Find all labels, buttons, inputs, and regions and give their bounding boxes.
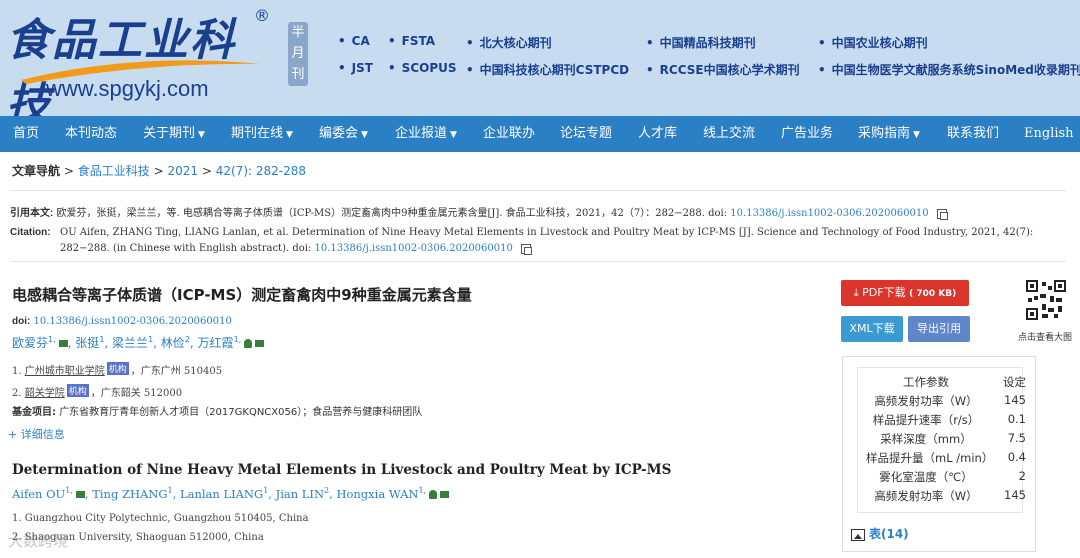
pdf-icon: ⤓ xyxy=(853,286,859,299)
db-fsta[interactable]: • FSTA xyxy=(388,34,435,48)
author-link[interactable]: Lanlan LIANG xyxy=(180,487,263,501)
author-link[interactable]: 林俭 xyxy=(161,336,185,350)
author-list-cn: 欧爱芬1,, 张挺1, 梁兰兰1, 林俭2, 万红霞1, xyxy=(12,334,265,351)
affiliation-org-link[interactable]: 广州城市职业学院 xyxy=(25,366,105,377)
breadcrumb: 文章导航 > 食品工业科技 > 2021 > 42(7): 282-288 xyxy=(12,164,306,178)
nav-contact[interactable]: 联系我们 xyxy=(947,116,999,152)
nav-editorial-board[interactable]: 编委会 ▼ xyxy=(319,116,368,152)
breadcrumb-label: 文章导航 xyxy=(12,164,61,178)
citation-en: Citation: OU Aifen, ZHANG Ting, LIANG La… xyxy=(10,227,1034,255)
nav-forum[interactable]: 论坛专题 xyxy=(560,116,612,152)
logo-url: www.spgykj.com xyxy=(46,76,209,101)
nav-news[interactable]: 本刊动态 xyxy=(65,116,117,152)
nav-english[interactable]: English xyxy=(1024,116,1074,152)
table-row: 采样深度（mm） 7.5 xyxy=(880,431,1026,446)
nav-enterprise-report[interactable]: 企业报道 ▼ xyxy=(395,116,457,152)
affiliation-en-1: 1. Guangzhou City Polytechnic, Guangzhou… xyxy=(12,513,309,524)
mail-icon[interactable] xyxy=(58,340,68,347)
xml-download-button[interactable]: XML下载 xyxy=(841,316,903,342)
nav-enterprise-joint[interactable]: 企业联办 xyxy=(483,116,535,152)
citation-cn-doi-link[interactable]: 10.13386/j.issn1002-0306.2020060010 xyxy=(730,208,928,219)
table-header-row: 工作参数 设定 xyxy=(903,375,1026,389)
tables-panel: 工作参数 设定 高频发射功率（W） 145 样品提升速率（r/s） 0.1 采样深度（… xyxy=(842,356,1036,552)
copy-icon[interactable] xyxy=(521,243,533,255)
citation-box: 引用本文: 欧爱芬，张挺，梁兰兰，等. 电感耦合等离子体质谱（ICP-MS）测定… xyxy=(10,190,1066,262)
mail-icon[interactable] xyxy=(255,340,265,347)
affiliation-org-link[interactable]: 韶关学院 xyxy=(25,388,65,399)
org-tag[interactable]: 机构 xyxy=(106,362,129,375)
main-nav: 首页 本刊动态 关于期刊 ▼ 期刊在线 ▼ 编委会 ▼ 企业报道 ▼ 企业联办 论坛专题… xyxy=(0,116,1080,152)
breadcrumb-journal[interactable]: 食品工业科技 xyxy=(78,164,150,178)
author-link[interactable]: 万红霞 xyxy=(198,336,234,350)
pdf-download-button[interactable]: ⤓ PDF下载 ( 700 KB) xyxy=(841,280,969,306)
person-icon[interactable] xyxy=(244,339,253,348)
db-pku-core[interactable]: • 北大核心期刊 xyxy=(466,34,552,51)
citation-cn: 引用本文: 欧爱芬，张挺，梁兰兰，等. 电感耦合等离子体质谱（ICP-MS）测定… xyxy=(10,204,948,220)
breadcrumb-issue[interactable]: 42(7): 282-288 xyxy=(216,164,306,178)
author-link[interactable]: Hongxia WAN xyxy=(336,487,418,501)
article-title-en: Determination of Nine Heavy Metal Elemen… xyxy=(12,462,672,478)
author-link[interactable]: 欧爱芬 xyxy=(12,336,48,350)
nav-about[interactable]: 关于期刊 ▼ xyxy=(143,116,205,152)
affiliation-2: 2. 韶关学院 机构 ，广东韶关 512000 xyxy=(12,384,182,399)
table-row: 高频发射功率（W） 145 xyxy=(874,488,1026,503)
author-link[interactable]: 张挺 xyxy=(75,336,99,350)
table-row: 雾化室温度（℃） 2 xyxy=(879,469,1026,484)
journal-logo[interactable]: 食品工业科技 ® www.spgykj.com xyxy=(6,4,276,130)
article-title-cn: 电感耦合等离子体质谱（ICP-MS）测定畜禽肉中9种重金属元素含量 xyxy=(12,286,472,304)
author-link[interactable]: Aifen OU xyxy=(12,487,65,501)
nav-home[interactable]: 首页 xyxy=(13,116,39,152)
nav-talent[interactable]: 人才库 xyxy=(638,116,677,152)
db-jst[interactable]: • JST xyxy=(338,61,373,75)
author-list-en: Aifen OU1,, Ting ZHANG1, Lanlan LIANG1, … xyxy=(12,486,450,501)
funding: 基金项目: 广东省教育厅青年创新人才项目（2017GKQNCX056）；食品营养… xyxy=(12,407,423,418)
db-sinomed[interactable]: • 中国生物医学文献服务系统SinoMed收录期刊 xyxy=(818,61,1080,78)
table-row: 样品提升速率（r/s） 0.1 xyxy=(872,412,1026,427)
org-tag[interactable]: 机构 xyxy=(66,384,89,397)
author-link[interactable]: 梁兰兰 xyxy=(112,336,148,350)
citation-en-doi-link[interactable]: 10.13386/j.issn1002-0306.2020060010 xyxy=(315,243,513,254)
site-header: 食品工业科技 ® www.spgykj.com 半月刊 • CA • FSTA • 北… xyxy=(0,0,1080,130)
person-icon[interactable] xyxy=(429,490,438,500)
chevron-down-icon: ▼ xyxy=(286,130,293,140)
citation-en-text: OU Aifen, ZHANG Ting, LIANG Lanlan, et a… xyxy=(60,227,1034,254)
tables-link[interactable]: 表(14) xyxy=(851,525,909,542)
qr-caption[interactable]: 点击查看大图 xyxy=(1018,330,1072,343)
image-icon xyxy=(851,528,865,541)
db-rccse[interactable]: • RCCSE中国核心学术期刊 xyxy=(646,61,800,78)
details-toggle[interactable]: + 详细信息 xyxy=(8,426,65,442)
copy-icon[interactable] xyxy=(936,208,948,220)
nav-online[interactable]: 期刊在线 ▼ xyxy=(231,116,293,152)
nav-ads[interactable]: 广告业务 xyxy=(781,116,833,152)
nav-procurement[interactable]: 采购指南 ▼ xyxy=(858,116,920,152)
watermark: 大数跨境 xyxy=(8,532,69,550)
author-link[interactable]: Jian LIN xyxy=(276,487,324,501)
mail-icon[interactable] xyxy=(75,491,85,499)
table-preview[interactable]: 工作参数 设定 高频发射功率（W） 145 样品提升速率（r/s） 0.1 采样深度（… xyxy=(857,367,1026,513)
chevron-down-icon: ▼ xyxy=(913,130,920,140)
export-citation-button[interactable]: 导出引用 xyxy=(908,316,970,342)
db-boutique[interactable]: • 中国精品科技期刊 xyxy=(646,34,756,51)
chevron-down-icon: ▼ xyxy=(450,130,457,140)
article-doi: doi: 10.13386/j.issn1002-0306.2020060010 xyxy=(12,316,232,327)
db-ca[interactable]: • CA xyxy=(338,34,370,48)
chevron-down-icon: ▼ xyxy=(198,130,205,140)
author-link[interactable]: Ting ZHANG xyxy=(92,487,167,501)
qr-code-icon[interactable] xyxy=(1026,280,1066,320)
affiliation-1: 1. 广州城市职业学院 机构 ，广东广州 510405 xyxy=(12,362,222,377)
half-month-badge: 半月刊 xyxy=(288,22,308,86)
mail-icon[interactable] xyxy=(440,491,450,499)
db-agri-core[interactable]: • 中国农业核心期刊 xyxy=(818,34,928,51)
table-row: 高频发射功率（W） 145 xyxy=(874,393,1026,408)
doi-link[interactable]: 10.13386/j.issn1002-0306.2020060010 xyxy=(34,316,232,327)
db-cstpcd[interactable]: • 中国科技核心期刊CSTPCD xyxy=(466,61,629,78)
registered-mark: ® xyxy=(254,6,270,25)
db-scopus[interactable]: • SCOPUS xyxy=(388,61,457,75)
table-row: 样品提升量（mL /min） 0.4 xyxy=(866,450,1026,465)
chevron-down-icon: ▼ xyxy=(361,130,368,140)
nav-online-exchange[interactable]: 线上交流 xyxy=(703,116,755,152)
breadcrumb-year[interactable]: 2021 xyxy=(167,164,198,178)
